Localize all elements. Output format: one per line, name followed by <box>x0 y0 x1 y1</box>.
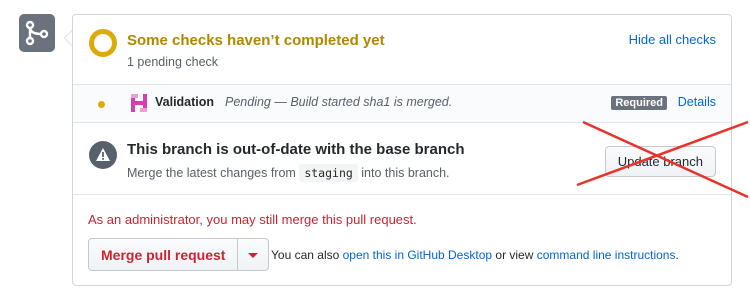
also-suffix: . <box>675 248 679 262</box>
timeline-caret <box>64 30 72 46</box>
command-line-instructions-link[interactable]: command line instructions <box>537 248 676 262</box>
check-row: Validation Pending — Build started sha1 … <box>73 85 731 123</box>
merge-section: As an administrator, you may still merge… <box>73 195 731 287</box>
git-merge-icon <box>25 20 49 46</box>
update-branch-button[interactable]: Update branch <box>604 146 716 177</box>
out-of-date-description: Merge the latest changes from staging in… <box>127 164 450 182</box>
merge-box: Some checks haven’t completed yet 1 pend… <box>72 14 732 286</box>
out-of-date-text-before: Merge the latest changes from <box>127 166 296 180</box>
admin-merge-message: As an administrator, you may still merge… <box>88 212 417 227</box>
merge-status-icon <box>19 14 55 52</box>
also-middle: or view <box>495 248 534 262</box>
out-of-date-section: This branch is out-of-date with the base… <box>73 123 731 195</box>
check-description: Pending — Build started sha1 is merged. <box>225 95 453 109</box>
required-badge: Required <box>611 96 667 110</box>
app-logo-icon <box>131 94 147 112</box>
caret-down-icon <box>248 253 259 258</box>
open-in-desktop-link[interactable]: open this in GitHub Desktop <box>343 248 492 262</box>
merge-button-group: Merge pull request <box>88 238 270 271</box>
also-prefix: You can also <box>271 248 340 262</box>
checks-status-section: Some checks haven’t completed yet 1 pend… <box>73 15 731 85</box>
alert-icon <box>89 141 117 169</box>
check-name: Validation <box>155 95 215 109</box>
alternative-merge-text: You can also open this in GitHub Desktop… <box>271 248 679 262</box>
checks-status-title: Some checks haven’t completed yet <box>127 32 385 49</box>
pending-dot-icon <box>98 101 105 108</box>
out-of-date-title: This branch is out-of-date with the base… <box>127 141 465 158</box>
base-branch-name: staging <box>299 164 358 182</box>
merge-pull-request-button[interactable]: Merge pull request <box>89 239 237 270</box>
pending-ring-icon <box>89 29 117 57</box>
merge-method-dropdown[interactable] <box>237 239 268 270</box>
check-details-link[interactable]: Details <box>678 95 716 109</box>
checks-status-subtitle: 1 pending check <box>127 55 219 69</box>
out-of-date-text-after: into this branch. <box>361 166 450 180</box>
hide-all-checks-link[interactable]: Hide all checks <box>629 32 716 47</box>
